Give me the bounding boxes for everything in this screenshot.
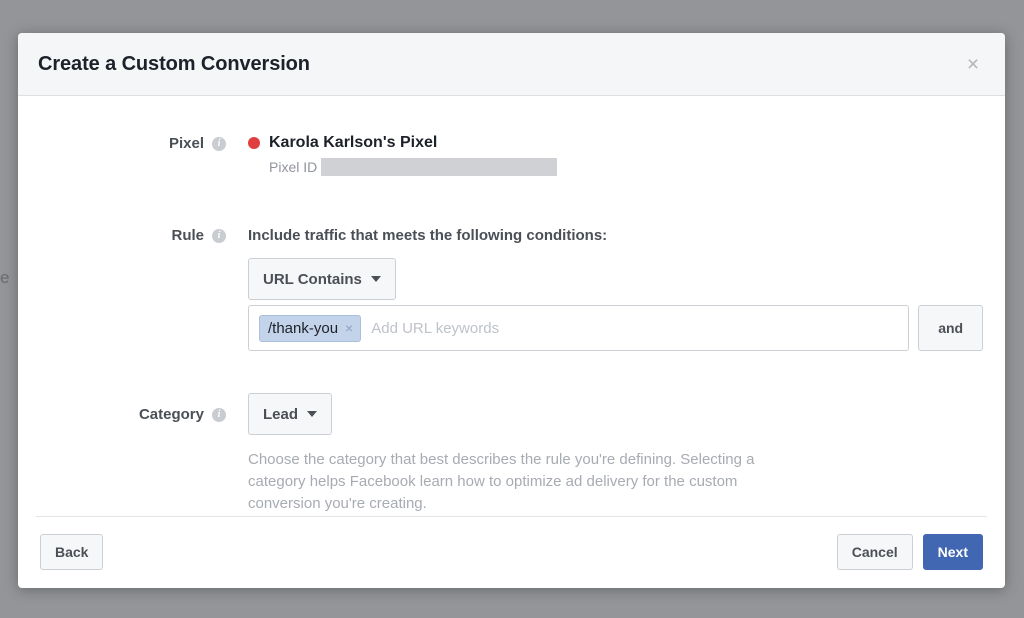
category-label-group: Category i xyxy=(40,405,226,423)
url-keywords-input[interactable]: /thank-you × Add URL keywords xyxy=(248,305,909,351)
url-keywords-placeholder: Add URL keywords xyxy=(367,320,898,337)
pixel-id-redacted-value xyxy=(321,158,557,176)
create-custom-conversion-dialog: Create a Custom Conversion × Pixel i Kar… xyxy=(18,33,1005,588)
pixel-label-group: Pixel i xyxy=(40,134,226,152)
cancel-button[interactable]: Cancel xyxy=(837,534,913,570)
rule-content: Include traffic that meets the following… xyxy=(226,226,983,244)
pixel-info-icon[interactable]: i xyxy=(212,137,226,151)
dialog-title: Create a Custom Conversion xyxy=(38,53,310,76)
rule-label-group: Rule i xyxy=(40,226,226,244)
pixel-status-dot-icon xyxy=(248,137,260,149)
pixel-id-line: Pixel ID xyxy=(248,158,983,176)
keyword-remove-icon[interactable]: × xyxy=(345,321,353,335)
rule-info-icon[interactable]: i xyxy=(212,229,226,243)
category-info-icon[interactable]: i xyxy=(212,408,226,422)
pixel-name: Karola Karlson's Pixel xyxy=(269,134,437,152)
pixel-id-label: Pixel ID xyxy=(269,159,317,175)
dialog-body: Pixel i Karola Karlson's Pixel Pixel ID … xyxy=(18,96,1005,516)
pixel-name-line: Karola Karlson's Pixel xyxy=(248,134,983,152)
category-help-text: Choose the category that best describes … xyxy=(40,449,780,516)
category-selected-value: Lead xyxy=(263,406,298,423)
category-row: Category i Lead xyxy=(40,393,983,435)
rule-label: Rule xyxy=(171,227,204,244)
keyword-token: /thank-you × xyxy=(259,315,361,342)
rule-description: Include traffic that meets the following… xyxy=(248,226,983,244)
url-condition-value: URL Contains xyxy=(263,271,362,288)
next-button[interactable]: Next xyxy=(923,534,983,570)
category-select[interactable]: Lead xyxy=(248,393,332,435)
dialog-header: Create a Custom Conversion × xyxy=(18,33,1005,96)
rule-controls: URL Contains /thank-you × Add URL keywor… xyxy=(40,258,983,351)
back-button[interactable]: Back xyxy=(40,534,103,570)
pixel-row: Pixel i Karola Karlson's Pixel Pixel ID xyxy=(40,134,983,176)
close-icon[interactable]: × xyxy=(959,50,987,78)
and-button[interactable]: and xyxy=(918,305,983,351)
category-content: Lead xyxy=(226,393,983,435)
pixel-label: Pixel xyxy=(169,135,204,152)
keyword-line: /thank-you × Add URL keywords and xyxy=(248,305,983,351)
footer-right-actions: Cancel Next xyxy=(837,534,983,570)
keyword-token-label: /thank-you xyxy=(268,320,338,337)
pixel-content: Karola Karlson's Pixel Pixel ID xyxy=(226,134,983,176)
chevron-down-icon xyxy=(307,411,317,417)
rule-row: Rule i Include traffic that meets the fo… xyxy=(40,226,983,244)
chevron-down-icon xyxy=(371,276,381,282)
url-condition-select[interactable]: URL Contains xyxy=(248,258,396,300)
dialog-footer: Back Cancel Next xyxy=(18,516,1005,588)
category-label: Category xyxy=(139,406,204,423)
